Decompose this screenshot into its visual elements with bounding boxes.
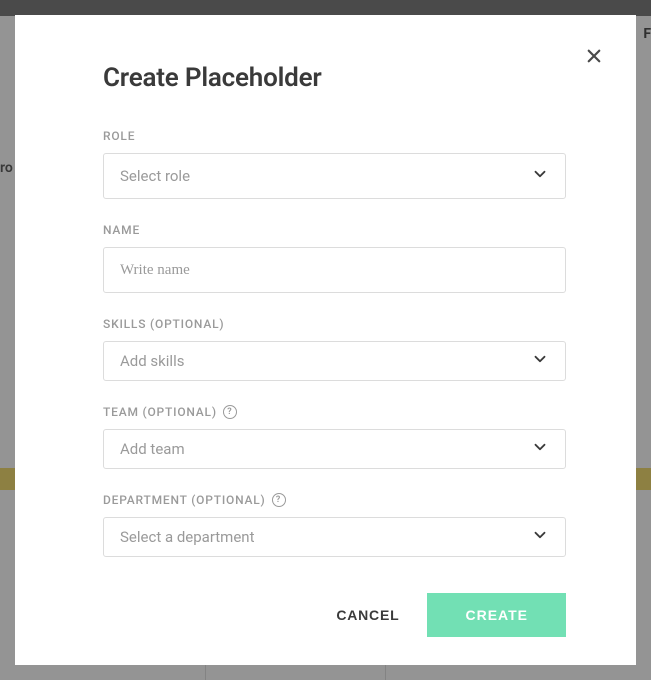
modal-title: Create Placeholder (103, 63, 566, 93)
chevron-down-icon (531, 350, 549, 372)
department-label: DEPARTMENT (OPTIONAL) ? (103, 493, 566, 507)
skills-select[interactable]: Add skills (103, 341, 566, 381)
role-label: ROLE (103, 129, 566, 143)
team-select[interactable]: Add team (103, 429, 566, 469)
skills-field-group: SKILLS (OPTIONAL) Add skills (103, 317, 566, 381)
chevron-down-icon (531, 526, 549, 548)
department-select-placeholder: Select a department (120, 528, 531, 546)
department-field-group: DEPARTMENT (OPTIONAL) ? Select a departm… (103, 493, 566, 557)
close-button[interactable] (582, 45, 606, 69)
name-label: NAME (103, 223, 566, 237)
help-icon[interactable]: ? (272, 493, 286, 507)
team-label: TEAM (OPTIONAL) ? (103, 405, 566, 419)
chevron-down-icon (531, 165, 549, 187)
create-button[interactable]: CREATE (427, 593, 566, 637)
modal-footer: CANCEL CREATE (103, 593, 566, 637)
chevron-down-icon (531, 438, 549, 460)
cancel-button[interactable]: CANCEL (336, 607, 399, 623)
team-field-group: TEAM (OPTIONAL) ? Add team (103, 405, 566, 469)
department-select[interactable]: Select a department (103, 517, 566, 557)
department-label-text: DEPARTMENT (OPTIONAL) (103, 493, 266, 507)
name-input[interactable]: Write name (103, 247, 566, 293)
bg-top-bar (0, 0, 651, 16)
skills-select-placeholder: Add skills (120, 352, 531, 370)
role-select-placeholder: Select role (120, 167, 531, 185)
name-input-placeholder: Write name (120, 262, 190, 279)
name-field-group: NAME Write name (103, 223, 566, 293)
team-select-placeholder: Add team (120, 440, 531, 458)
skills-label: SKILLS (OPTIONAL) (103, 317, 566, 331)
create-placeholder-modal: Create Placeholder ROLE Select role NAME… (15, 15, 636, 665)
close-icon (585, 47, 603, 68)
team-label-text: TEAM (OPTIONAL) (103, 405, 217, 419)
role-select[interactable]: Select role (103, 153, 566, 199)
role-field-group: ROLE Select role (103, 129, 566, 199)
help-icon[interactable]: ? (223, 405, 237, 419)
